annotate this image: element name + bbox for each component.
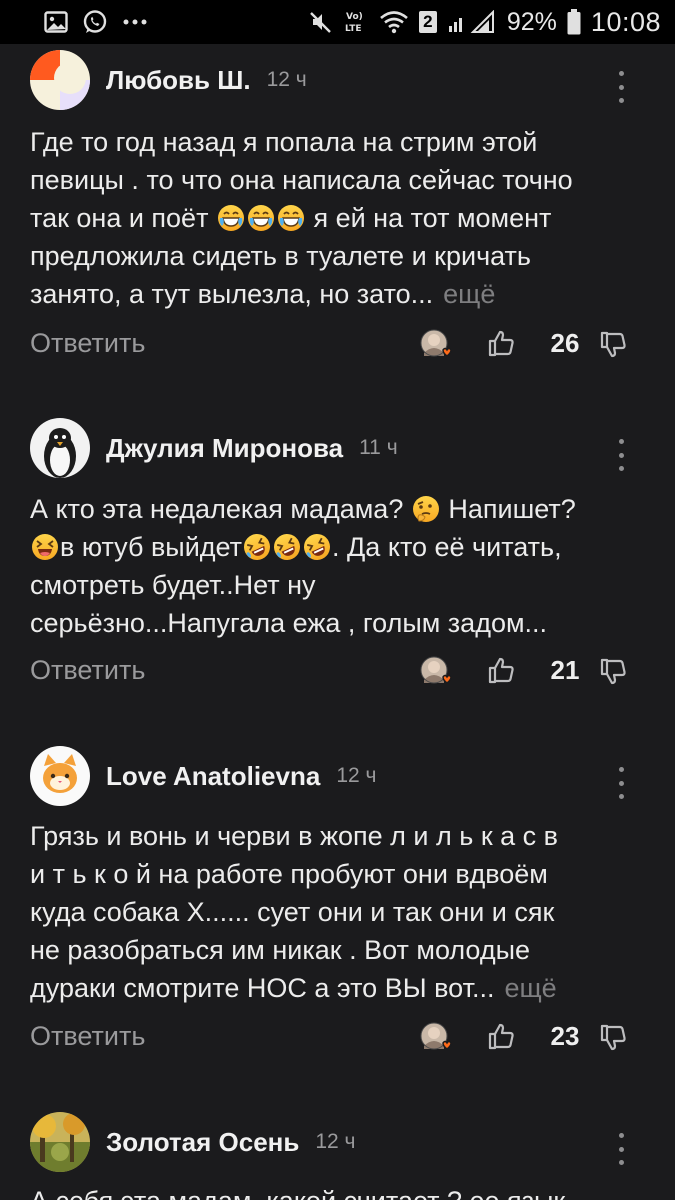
more-notifications-icon xyxy=(122,18,148,26)
comment-time: 12 ч xyxy=(336,764,377,787)
comment-line: занято, а тут вылезла, но зато... ещё xyxy=(30,279,496,309)
author-name[interactable]: Любовь Ш. xyxy=(106,65,251,96)
mute-icon xyxy=(309,10,333,34)
battery-icon xyxy=(567,9,581,35)
svg-text:Vo): Vo) xyxy=(346,12,363,22)
comment-header: Любовь Ш. 12 ч xyxy=(30,50,307,110)
like-icon[interactable] xyxy=(486,655,516,685)
comment-line: дураки смотрите НОС а это ВЫ вот... ещё xyxy=(30,973,557,1003)
thinking-emoji xyxy=(412,495,440,523)
grin-sweat-emoji xyxy=(247,204,275,232)
status-bar: Vo) LTE 2 92% 10:08 xyxy=(0,0,675,44)
comment-text: Грязь и вонь и черви в жопе л и л ь к а … xyxy=(30,817,650,1007)
comment-actions: Ответить 23 xyxy=(30,1016,645,1056)
likes-count: 23 xyxy=(550,1021,580,1051)
show-more-link[interactable]: ещё xyxy=(504,973,556,1003)
rofl-emoji xyxy=(303,533,331,561)
comment-actions: Ответить 26 xyxy=(30,323,645,363)
dislike-icon[interactable] xyxy=(598,330,628,360)
gallery-icon xyxy=(44,11,68,33)
whatsapp-icon xyxy=(82,9,108,35)
reactions-avatar-icon[interactable] xyxy=(420,329,452,361)
comment-text: А кто эта недалекая мадама? Напишет? в ю… xyxy=(30,490,650,642)
sim-badge: 2 xyxy=(418,11,437,33)
rofl-emoji xyxy=(243,533,271,561)
comment-line: А кто эта недалекая мадама? Напишет? xyxy=(30,494,576,524)
reactions-avatar-icon[interactable] xyxy=(420,656,452,688)
rofl-emoji xyxy=(273,533,301,561)
more-options-icon[interactable] xyxy=(617,1133,625,1165)
comment-time: 12 ч xyxy=(266,68,307,91)
author-name[interactable]: Love Anatolievna xyxy=(106,761,320,792)
comment-time: 12 ч xyxy=(315,1130,356,1153)
more-options-icon[interactable] xyxy=(617,71,625,103)
comment-header: Джулия Миронова 11 ч xyxy=(30,418,398,478)
laughing-emoji xyxy=(31,533,59,561)
more-options-icon[interactable] xyxy=(617,439,625,471)
signal-icon xyxy=(447,10,497,34)
like-icon[interactable] xyxy=(486,328,516,358)
comment-line: и т ь к о й на работе пробуют они вдвоём xyxy=(30,859,548,889)
reply-button[interactable]: Ответить xyxy=(30,650,145,690)
author-name[interactable]: Джулия Миронова xyxy=(106,433,343,464)
battery-percent: 92% xyxy=(506,7,557,36)
comment-actions: Ответить 21 xyxy=(30,650,645,690)
volte-icon: Vo) LTE xyxy=(343,9,369,35)
author-name[interactable]: Золотая Осень xyxy=(106,1127,299,1158)
comment-line: не разобраться им никак . Вот молодые xyxy=(30,935,531,965)
grin-sweat-emoji xyxy=(277,204,305,232)
likes-count: 21 xyxy=(550,655,580,685)
comment-line: в ютуб выйдет. Да кто её читать, xyxy=(30,528,650,566)
avatar[interactable] xyxy=(30,1112,90,1172)
comment-line: Грязь и вонь и черви в жопе л и л ь к а … xyxy=(30,821,559,851)
comment-header: Love Anatolievna 12 ч xyxy=(30,746,376,806)
comment-line: певицы . то что она написала сейчас точн… xyxy=(30,165,573,195)
likes-count: 26 xyxy=(550,328,580,358)
comment-line: А себя эта мадам, какой считает ? ее язы… xyxy=(30,1182,650,1200)
comment-line: Где то год назад я попала на стрим этой xyxy=(30,127,538,157)
avatar[interactable] xyxy=(30,50,90,110)
avatar[interactable] xyxy=(30,418,90,478)
more-options-icon[interactable] xyxy=(617,767,625,799)
grin-sweat-emoji xyxy=(217,204,245,232)
dislike-icon[interactable] xyxy=(598,1023,628,1053)
comment-line: предложила сидеть в туалете и кричать xyxy=(30,241,531,271)
comment-header: Золотая Осень 12 ч xyxy=(30,1112,356,1172)
avatar[interactable] xyxy=(30,746,90,806)
comment-line: так она и поёт я ей на тот момент xyxy=(30,203,552,233)
dislike-icon[interactable] xyxy=(598,657,628,687)
reactions-avatar-icon[interactable] xyxy=(420,1022,452,1054)
comment-line: серьёзно...Напугала ежа , голым задом... xyxy=(30,608,548,638)
clock: 10:08 xyxy=(590,6,661,37)
show-more-link[interactable]: ещё xyxy=(443,279,495,309)
reply-button[interactable]: Ответить xyxy=(30,1016,145,1056)
comment-time: 11 ч xyxy=(359,436,398,459)
comment-line: куда собака Х...... сует они и так они и… xyxy=(30,897,555,927)
reply-button[interactable]: Ответить xyxy=(30,323,145,363)
like-icon[interactable] xyxy=(486,1021,516,1051)
comment-text: Где то год назад я попала на стрим этой … xyxy=(30,123,650,313)
network-label: LTE xyxy=(345,24,362,34)
wifi-icon xyxy=(379,10,409,34)
comment-line: смотреть будет..Нет ну xyxy=(30,570,316,600)
comment-text: А себя эта мадам, какой считает ? ее язы… xyxy=(30,1182,650,1200)
